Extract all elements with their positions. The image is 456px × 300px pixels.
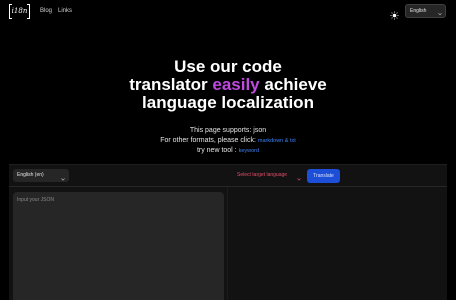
keyword-link[interactable]: keyword [239,148,259,154]
chevron-down-icon [297,174,301,181]
source-language-select[interactable]: English (en) [13,169,69,182]
hero-accent-word: easily [212,75,260,94]
other-formats-line: For other formats, please click: markdow… [0,136,456,146]
hero-line-3: language localization [142,93,314,112]
nav-blog-link[interactable]: Blog [40,7,52,15]
sun-icon[interactable] [390,7,399,20]
markdown-txt-link[interactable]: markdown & txt [258,138,296,144]
language-select[interactable]: English [405,4,446,18]
site-logo[interactable]: i18n [9,4,30,19]
target-language-select[interactable]: Select target language [237,169,301,182]
supports-label: This page supports: [189,127,252,134]
other-formats-label: For other formats, please click: [160,137,256,144]
language-select-value: English [410,8,427,14]
translate-button[interactable]: Translate [307,169,340,183]
hero-line-2-start: translator [129,75,213,94]
json-input[interactable]: Input your JSON [13,192,224,300]
translator-panel: English (en) Select target language Tran… [9,164,447,300]
translator-toolbar: English (en) Select target language Tran… [9,165,447,187]
nav-links-link[interactable]: Links [58,7,72,15]
target-language-placeholder: Select target language [237,172,288,178]
chevron-down-icon [61,174,65,181]
panel-divider [227,187,228,300]
supports-format: json [253,127,267,134]
hero-line-1: Use our code [174,57,282,76]
top-nav: i18n Blog Links English [0,0,456,24]
supports-line: This page supports: json [0,126,456,136]
new-tool-line: try new tool : keyword [0,146,456,156]
hero-heading: Use our code translator easily achieve l… [0,58,456,112]
new-tool-label: try new tool : [196,147,237,154]
source-language-value: English (en) [17,172,44,178]
hero-line-2: translator easily achieve [0,76,456,94]
chevron-down-icon [438,9,442,16]
hero-line-2-end: achieve [259,75,327,94]
